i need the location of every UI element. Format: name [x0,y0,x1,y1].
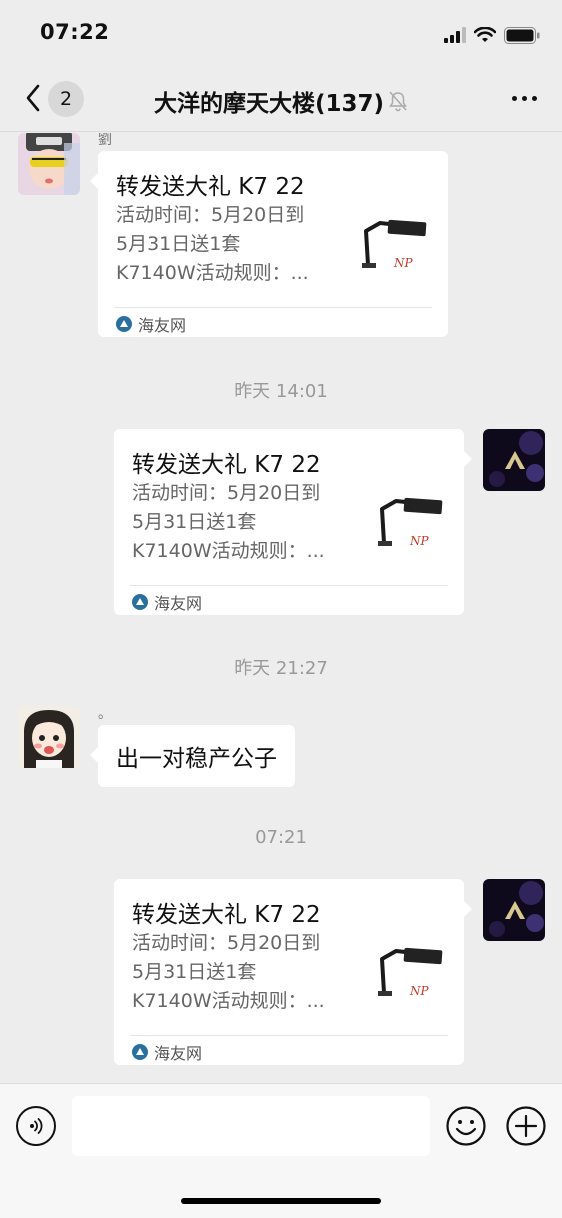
svg-text:NP: NP [409,534,430,548]
card-thumbnail-lamp-image: NP [378,497,443,548]
signal-icon [444,27,466,43]
source-app-icon [132,594,148,610]
avatar-girl-sunglasses-image [18,133,80,195]
battery-icon [504,26,540,44]
plus-icon [506,1106,546,1146]
home-indicator[interactable] [181,1198,381,1204]
message-timestamp: 昨天 14:01 [234,381,328,402]
link-card[interactable]: 转发送大礼 K7 22 活动时间：5月20日到 5月31日送1套 K7140W活… [114,879,472,1065]
card-source: 海友网 [116,312,186,336]
mute-bell-icon [389,91,407,112]
card-source-name: 海友网 [154,594,203,613]
card-source: 海友网 [132,1040,202,1064]
voice-input-button[interactable] [16,1106,56,1146]
card-description: 活动时间：5月20日到 5月31日送1套 K7140W活动规则：... [132,482,325,562]
message-text: 出一对稳产公子 [116,746,277,772]
voice-icon [30,1118,43,1134]
card-title: 转发送大礼 K7 22 [116,174,305,200]
status-icons [444,25,540,45]
message-text-input[interactable] [72,1096,430,1156]
sender-avatar[interactable] [18,706,80,768]
card-thumbnail-lamp-image: NP [378,947,443,998]
card-title: 转发送大礼 K7 22 [132,902,321,928]
chat-title: 大洋的摩天大楼(137) [153,91,385,117]
avatar-dark-purple-image [483,879,545,941]
card-source: 海友网 [132,590,202,614]
status-time: 07:22 [40,20,110,44]
more-options-button[interactable] [504,84,544,112]
emoji-button[interactable] [446,1106,486,1146]
nav-bar: 2 大洋的摩天大楼(137) [0,62,562,132]
source-app-icon [132,1044,148,1060]
card-source-name: 海友网 [154,1044,203,1063]
avatar-girl-cartoon-image [18,706,80,768]
emoji-icon [446,1106,486,1146]
sender-name: 劉 [98,133,112,148]
card-source-name: 海友网 [138,316,187,335]
card-description: 活动时间：5月20日到 5月31日送1套 K7140W活动规则：... [132,932,325,1012]
back-button[interactable] [18,80,48,116]
message-timestamp: 昨天 21:27 [234,658,328,679]
link-card[interactable]: 转发送大礼 K7 22 活动时间：5月20日到 5月31日送1套 K7140W活… [114,429,472,615]
wifi-icon [474,27,496,42]
chat-message-list[interactable]: 劉 转发送大礼 K7 22 活动时间：5月20日到 5月31日送1套 K7140… [0,133,562,1083]
my-avatar[interactable] [483,429,545,491]
more-dots-icon [511,95,517,101]
chat-title-group[interactable]: 大洋的摩天大楼(137) [100,84,462,118]
sender-name: 。 [98,706,112,722]
svg-text:NP: NP [393,256,414,270]
card-description: 活动时间：5月20日到 5月31日送1套 K7140W活动规则：... [116,204,309,284]
link-card[interactable]: 转发送大礼 K7 22 活动时间：5月20日到 5月31日送1套 K7140W活… [90,151,448,337]
text-message-bubble[interactable]: 出一对稳产公子 [90,725,295,787]
status-bar: 07:22 [0,0,562,62]
unread-count-badge[interactable]: 2 [48,81,84,117]
more-functions-button[interactable] [506,1106,546,1146]
back-chevron-icon [26,84,40,112]
source-app-icon [116,316,132,332]
card-title: 转发送大礼 K7 22 [132,452,321,478]
svg-text:NP: NP [409,984,430,998]
my-avatar[interactable] [483,879,545,941]
avatar-dark-purple-image [483,429,545,491]
card-thumbnail-lamp-image: NP [362,219,427,270]
sender-avatar[interactable] [18,133,80,195]
message-timestamp: 07:21 [255,827,307,848]
